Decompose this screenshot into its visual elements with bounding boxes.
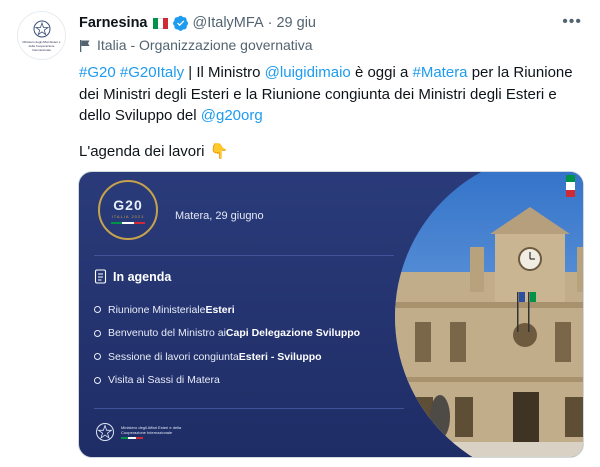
account-label: Italia - Organizzazione governativa <box>79 37 313 53</box>
republic-emblem-icon <box>96 423 114 441</box>
building-illustration <box>395 172 583 457</box>
agenda-heading-text: In agenda <box>113 269 172 284</box>
agenda-line: L'agenda dei lavori 👇 <box>79 142 229 161</box>
agenda-item: Sessione di lavori congiunta Esteri - Sv… <box>94 350 360 363</box>
bullet-icon <box>94 329 101 337</box>
italy-flag-icon <box>152 17 169 29</box>
agenda-item-text: Sessione di lavori congiunta <box>108 350 239 363</box>
tweet-text: #G20 #G20Italy | Il Ministro @luigidimai… <box>79 62 579 127</box>
account-label-text: Italia - Organizzazione governativa <box>97 37 313 53</box>
ministry-logo: Ministero degli Affari Esteri e della Co… <box>95 422 191 442</box>
mention-g20org[interactable]: @g20org <box>201 107 263 124</box>
g20-logo: G20 ITALIA 2021 <box>98 180 158 240</box>
avatar-caption: Ministero degli Affari Esteri e della Co… <box>22 40 61 52</box>
agenda-item: Benvenuto del Ministro ai Capi Delegazio… <box>94 327 360 340</box>
bullet-icon <box>94 376 101 384</box>
pointing-down-icon: 👇 <box>209 143 229 160</box>
mention-luigidimaio[interactable]: @luigidimaio <box>265 64 351 81</box>
agenda-item: Riunione Ministeriale Esteri <box>94 303 360 316</box>
agenda-line-text: L'agenda dei lavori <box>79 142 205 160</box>
agenda-item-bold: Esteri <box>205 303 235 316</box>
tweet-text-part: è oggi a <box>350 64 413 81</box>
g20-logo-sub: ITALIA 2021 <box>111 213 145 219</box>
italy-stripe-icon <box>121 437 143 439</box>
hashtag-g20[interactable]: #G20 <box>79 64 116 81</box>
agenda-item-text: Visita ai Sassi di Matera <box>108 374 220 386</box>
republic-emblem-icon <box>33 20 50 38</box>
ministry-name: Ministero degli Affari Esteri e della Co… <box>121 425 182 436</box>
more-icon[interactable]: ••• <box>562 13 582 31</box>
agenda-item-text: Benvenuto del Ministro ai <box>108 327 226 339</box>
media-card[interactable]: G20 ITALIA 2021 Matera, 29 giugno In age… <box>78 171 584 458</box>
agenda-item-text: Riunione Ministeriale <box>108 303 206 316</box>
italy-stripe-icon <box>111 221 145 224</box>
account-handle[interactable]: @ItalyMFA <box>193 15 264 31</box>
card-date: Matera, 29 giugno <box>175 210 264 222</box>
bullet-icon <box>94 353 101 360</box>
agenda-icon <box>94 269 107 284</box>
agenda-item-bold: Capi Delegazione Sviluppo <box>225 327 361 339</box>
divider <box>94 408 404 409</box>
separator-dot: · <box>267 15 273 31</box>
flag-icon <box>80 39 90 52</box>
verified-badge-icon <box>172 15 188 31</box>
hashtag-matera[interactable]: #Matera <box>413 64 468 81</box>
account-name[interactable]: Farnesina <box>79 15 148 31</box>
agenda-item: Visita ai Sassi di Matera <box>94 374 360 387</box>
agenda-heading: In agenda <box>94 269 171 284</box>
tweet-header: Farnesina @ItalyMFA · 29 giu ••• <box>79 13 600 33</box>
bullet-icon <box>94 306 101 313</box>
g20-logo-text: G20 <box>113 196 143 213</box>
divider <box>94 255 394 256</box>
hashtag-g20italy[interactable]: #G20Italy <box>120 64 184 81</box>
tweet-text-part: | Il Ministro <box>184 64 265 81</box>
palazzo-photo <box>395 172 583 457</box>
italy-flag-icon <box>566 175 575 197</box>
avatar[interactable]: Ministero degli Affari Esteri e della Co… <box>17 11 66 60</box>
agenda-item-bold: Esteri - Sviluppo <box>238 350 322 363</box>
tweet-time[interactable]: 29 giu <box>276 15 316 31</box>
agenda-list: Riunione Ministeriale Esteri Benvenuto d… <box>94 303 360 397</box>
